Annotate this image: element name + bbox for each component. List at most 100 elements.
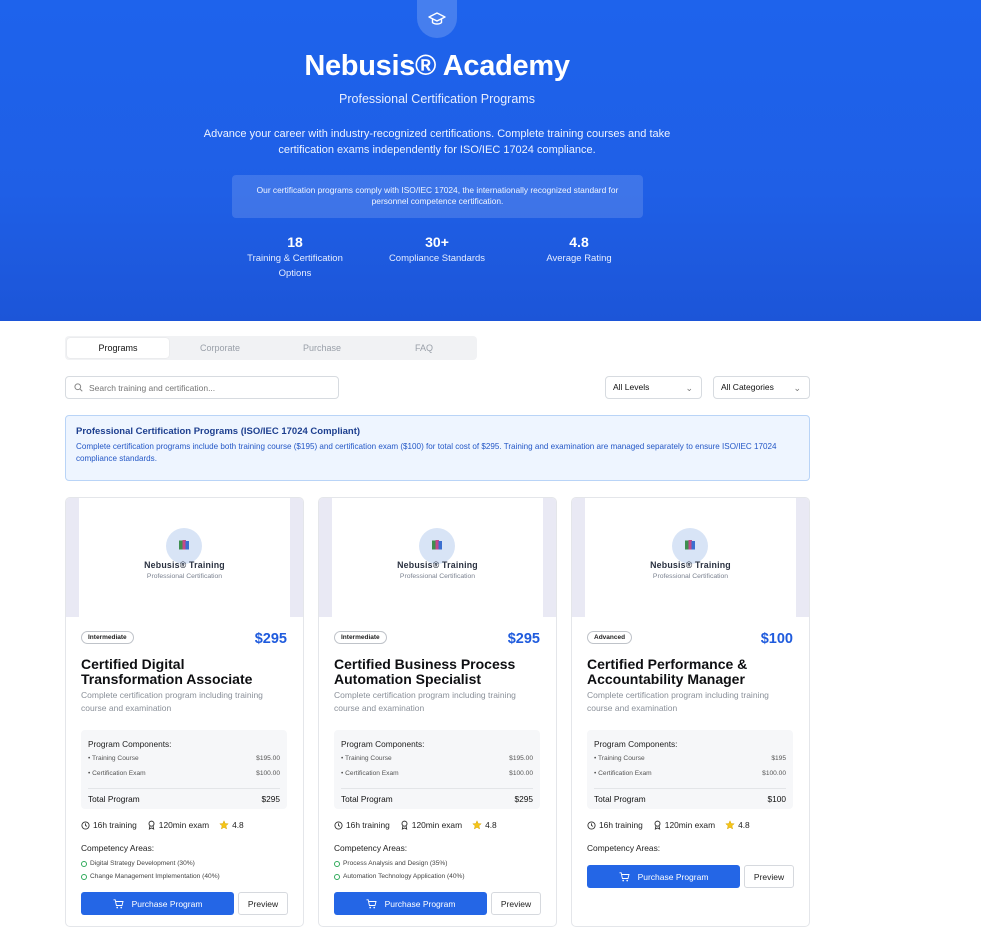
level-select-value: All Levels [613,382,650,392]
total-label: Total Program [88,794,140,804]
chevron-down-icon: ⌄ [793,383,801,393]
exam-duration: 120min exam [147,820,209,830]
program-title: Certified Business Process Automation Sp… [334,656,516,687]
rating: 4.8 [472,820,497,830]
level-badge: Intermediate [334,631,387,644]
stat-value: 4.8 [569,234,589,250]
clock-icon [334,820,343,830]
star-icon [219,820,229,830]
stat-standards: 30+ Compliance Standards [382,234,492,266]
training-duration: 16h training [334,820,390,830]
competency-area-label: Digital Strategy Development (30%) [90,860,195,867]
award-icon [654,820,661,830]
stat-label: Compliance Standards [388,253,486,264]
program-meta: 16h training 120min exam 4.8 [81,820,254,830]
brand-tagline: Professional Certification [399,573,476,580]
competency-area-label: Automation Technology Application (40%) [343,873,465,880]
program-card: Nebusis® Training Professional Certifica… [65,497,304,927]
program-description: Complete certification program including… [334,690,516,713]
brand-name: Nebusis® Training [397,560,478,570]
check-circle-icon [81,873,87,880]
page-subtitle: Professional Certification Programs [339,92,535,106]
stat-rating: 4.8 Average Rating [524,234,634,266]
brand-tagline: Professional Certification [652,573,729,580]
purchase-label: Purchase Program [131,898,203,909]
card-image: Nebusis® Training Professional Certifica… [572,498,809,617]
component-row: • Training Course $195 [594,754,786,764]
program-meta: 16h training 120min exam 4.8 [587,820,760,830]
program-card: Nebusis® Training Professional Certifica… [571,497,810,927]
check-circle-icon [334,873,340,880]
program-components: Program Components: • Training Course $19… [81,730,287,809]
category-select-value: All Categories [721,382,774,392]
training-duration: 16h training [587,820,643,830]
component-value: $100.00 [256,770,280,777]
tab-corporate[interactable]: Corporate [169,338,271,358]
brand-name: Nebusis® Training [650,560,731,570]
stat-options: 18 Training & Certification Options [240,234,350,281]
purchase-program-button[interactable]: Purchase Program [587,865,740,888]
component-label: • Certification Exam [341,770,399,777]
competency-areas-title: Competency Areas: [81,843,155,853]
stat-label: Average Rating [546,253,612,264]
purchase-program-button[interactable]: Purchase Program [334,892,487,915]
total-label: Total Program [594,794,646,804]
component-row: • Training Course $195.00 [88,754,280,764]
program-description: Complete certification program including… [587,690,769,713]
component-row: • Certification Exam $100.00 [341,769,533,779]
exam-label: 120min exam [411,820,463,830]
book-icon [166,528,202,564]
preview-button[interactable]: Preview [238,892,288,915]
components-title: Program Components: [594,739,678,749]
component-row: • Training Course $195.00 [341,754,533,764]
stat-label: Training & Certification Options [247,253,343,279]
training-label: 16h training [599,820,643,830]
program-components: Program Components: • Training Course $19… [587,730,793,809]
star-icon [472,820,482,830]
component-value: $195.00 [509,755,533,762]
purchase-program-button[interactable]: Purchase Program [81,892,234,915]
exam-duration: 120min exam [653,820,715,830]
tab-purchase[interactable]: Purchase [271,338,373,358]
competency-area-label: Process Analysis and Design (35%) [343,860,448,867]
info-text: Complete certification programs include … [76,442,777,463]
tab-faq[interactable]: FAQ [373,338,475,358]
compliance-note: Our certification programs comply with I… [232,175,643,218]
total-row: Total Program $295 [88,788,280,804]
total-label: Total Program [341,794,393,804]
price: $100 [760,631,793,647]
card-image: Nebusis® Training Professional Certifica… [319,498,556,617]
check-circle-icon [334,860,340,867]
exam-duration: 120min exam [400,820,462,830]
rating: 4.8 [219,820,244,830]
program-card: Nebusis® Training Professional Certifica… [318,497,557,927]
star-icon [725,820,735,830]
search-input[interactable] [89,382,329,393]
book-icon [419,528,455,564]
tab-programs[interactable]: Programs [67,338,169,358]
award-icon [401,820,408,830]
page-title: Nebusis® Academy [304,50,570,82]
component-label: • Training Course [88,755,139,762]
search-icon [74,383,83,392]
exam-label: 120min exam [158,820,210,830]
preview-button[interactable]: Preview [744,865,794,888]
tab-bar: Programs Corporate Purchase FAQ [65,336,477,360]
competency-area-item: Automation Technology Application (40%) [334,873,465,880]
level-select[interactable]: All Levels ⌄ [605,376,702,399]
cart-icon [366,898,377,908]
competency-area-item: Change Management Implementation (40%) [81,873,220,880]
category-select[interactable]: All Categories ⌄ [713,376,810,399]
price: $295 [507,631,540,647]
competency-area-item: Digital Strategy Development (30%) [81,860,195,867]
total-value: $295 [514,794,533,804]
total-row: Total Program $100 [594,788,786,804]
rating: 4.8 [725,820,750,830]
rating-value: 4.8 [485,820,497,830]
component-row: • Certification Exam $100.00 [88,769,280,779]
competency-areas-title: Competency Areas: [587,843,661,853]
stat-value: 18 [287,234,303,250]
total-value: $100 [767,794,786,804]
preview-button[interactable]: Preview [491,892,541,915]
component-label: • Training Course [594,755,645,762]
